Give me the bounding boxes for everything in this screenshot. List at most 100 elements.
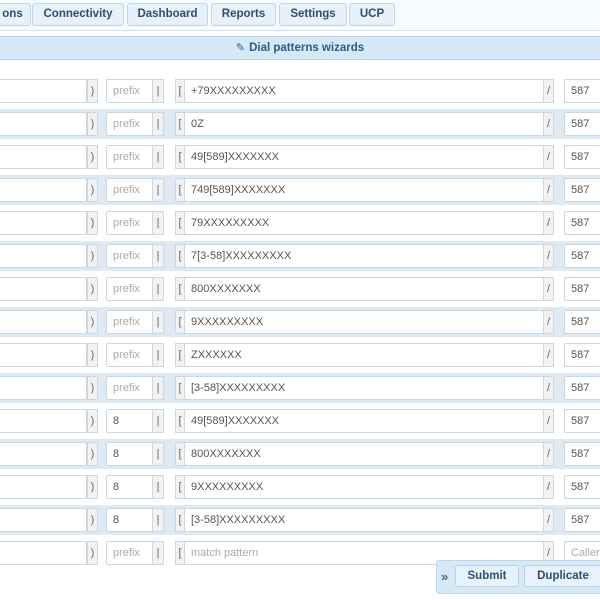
close-paren-separator: ) [87, 442, 98, 466]
match-pattern-input[interactable]: 749[589]XXXXXXX [184, 178, 544, 202]
prepend-input[interactable] [0, 145, 87, 169]
slash-separator: / [543, 112, 554, 136]
callerid-input[interactable]: 587 [564, 343, 600, 367]
close-paren-separator: ) [87, 79, 98, 103]
prepend-input[interactable] [0, 409, 87, 433]
prefix-input[interactable]: prefix [106, 178, 153, 202]
callerid-input[interactable]: 587 [564, 79, 600, 103]
match-pattern-input[interactable]: +79XXXXXXXXX [184, 79, 544, 103]
prefix-input[interactable]: prefix [106, 112, 153, 136]
callerid-input[interactable]: 587 [564, 442, 600, 466]
pattern-row: ) 8 |[49[589]XXXXXXX/587 [0, 406, 600, 436]
pipe-separator: | [152, 475, 164, 499]
prefix-input[interactable]: prefix [106, 145, 153, 169]
prepend-input[interactable] [0, 343, 87, 367]
close-paren-separator: ) [87, 409, 98, 433]
pattern-row: ) prefix |[749[589]XXXXXXX/587 [0, 175, 600, 205]
pipe-separator: | [152, 112, 164, 136]
callerid-input[interactable]: 587 [564, 475, 600, 499]
prefix-input[interactable]: 8 [106, 409, 153, 433]
prefix-input[interactable]: prefix [106, 244, 153, 268]
prepend-input[interactable] [0, 376, 87, 400]
prepend-input[interactable] [0, 310, 87, 334]
callerid-input[interactable]: 587 [564, 178, 600, 202]
match-pattern-input[interactable]: ZXXXXXX [184, 343, 544, 367]
prepend-input[interactable] [0, 475, 87, 499]
prefix-input[interactable]: prefix [106, 343, 153, 367]
dial-patterns-wizard-link[interactable]: ✎ Dial patterns wizards [0, 36, 600, 60]
tab-dashboard[interactable]: Dashboard [127, 3, 208, 26]
pipe-separator: | [152, 508, 164, 532]
close-paren-separator: ) [87, 211, 98, 235]
prepend-input[interactable] [0, 178, 87, 202]
prepend-input[interactable] [0, 244, 87, 268]
prefix-input[interactable]: prefix [106, 79, 153, 103]
match-pattern-input[interactable]: 800XXXXXXX [184, 442, 544, 466]
match-pattern-input[interactable]: 9XXXXXXXXX [184, 475, 544, 499]
callerid-input[interactable]: 587 [564, 376, 600, 400]
slash-separator: / [543, 178, 554, 202]
close-paren-separator: ) [87, 541, 98, 565]
prepend-input[interactable] [0, 211, 87, 235]
prefix-input[interactable]: 8 [106, 508, 153, 532]
prefix-input[interactable]: 8 [106, 475, 153, 499]
prefix-input[interactable]: prefix [106, 277, 153, 301]
match-pattern-input[interactable]: 49[589]XXXXXXX [184, 409, 544, 433]
prefix-input[interactable]: prefix [106, 211, 153, 235]
prepend-input[interactable] [0, 79, 87, 103]
close-paren-separator: ) [87, 508, 98, 532]
slash-separator: / [543, 310, 554, 334]
top-nav-bar: ons Connectivity Dashboard Reports Setti… [0, 0, 600, 31]
submit-button[interactable]: Submit [455, 565, 519, 587]
close-paren-separator: ) [87, 145, 98, 169]
pattern-row: ) prefix |[49[589]XXXXXXX/587 [0, 142, 600, 172]
slash-separator: / [543, 508, 554, 532]
callerid-input[interactable]: 587 [564, 211, 600, 235]
match-pattern-input[interactable]: 49[589]XXXXXXX [184, 145, 544, 169]
tab-connectivity[interactable]: Connectivity [32, 3, 124, 26]
pattern-row: ) prefix |[7[3-58]XXXXXXXXX/587 [0, 241, 600, 271]
tab-ucp[interactable]: UCP [349, 3, 395, 26]
close-paren-separator: ) [87, 277, 98, 301]
match-pattern-input[interactable]: [3-58]XXXXXXXXX [184, 376, 544, 400]
prefix-input[interactable]: 8 [106, 442, 153, 466]
callerid-input[interactable]: 587 [564, 409, 600, 433]
pipe-separator: | [152, 277, 164, 301]
callerid-input[interactable]: 587 [564, 145, 600, 169]
tab-reports[interactable]: Reports [211, 3, 276, 26]
prepend-input[interactable] [0, 541, 87, 565]
callerid-input[interactable]: 587 [564, 277, 600, 301]
prefix-input[interactable]: prefix [106, 541, 153, 565]
prepend-input[interactable] [0, 508, 87, 532]
pattern-row: ) prefix |[[3-58]XXXXXXXXX/587 [0, 373, 600, 403]
callerid-input[interactable]: 587 [564, 244, 600, 268]
double-chevron-right-icon[interactable]: » [441, 569, 448, 584]
prefix-input[interactable]: prefix [106, 376, 153, 400]
slash-separator: / [543, 343, 554, 367]
tab-settings[interactable]: Settings [279, 3, 347, 26]
pipe-separator: | [152, 145, 164, 169]
pipe-separator: | [152, 211, 164, 235]
callerid-input[interactable]: 587 [564, 508, 600, 532]
pattern-row: ) 8 |[9XXXXXXXXX/587 [0, 472, 600, 502]
prepend-input[interactable] [0, 442, 87, 466]
callerid-input[interactable]: 587 [564, 310, 600, 334]
duplicate-button[interactable]: Duplicate [524, 565, 600, 587]
slash-separator: / [543, 442, 554, 466]
prepend-input[interactable] [0, 112, 87, 136]
slash-separator: / [543, 277, 554, 301]
pipe-separator: | [152, 376, 164, 400]
pattern-row: ) prefix |[0Z/587 [0, 109, 600, 139]
prepend-input[interactable] [0, 277, 87, 301]
callerid-input[interactable]: 587 [564, 112, 600, 136]
tab-applications[interactable]: ons [0, 3, 31, 26]
slash-separator: / [543, 376, 554, 400]
pipe-separator: | [152, 409, 164, 433]
match-pattern-input[interactable]: 800XXXXXXX [184, 277, 544, 301]
match-pattern-input[interactable]: [3-58]XXXXXXXXX [184, 508, 544, 532]
match-pattern-input[interactable]: 9XXXXXXXXX [184, 310, 544, 334]
match-pattern-input[interactable]: 79XXXXXXXXX [184, 211, 544, 235]
match-pattern-input[interactable]: 0Z [184, 112, 544, 136]
prefix-input[interactable]: prefix [106, 310, 153, 334]
match-pattern-input[interactable]: 7[3-58]XXXXXXXXX [184, 244, 544, 268]
